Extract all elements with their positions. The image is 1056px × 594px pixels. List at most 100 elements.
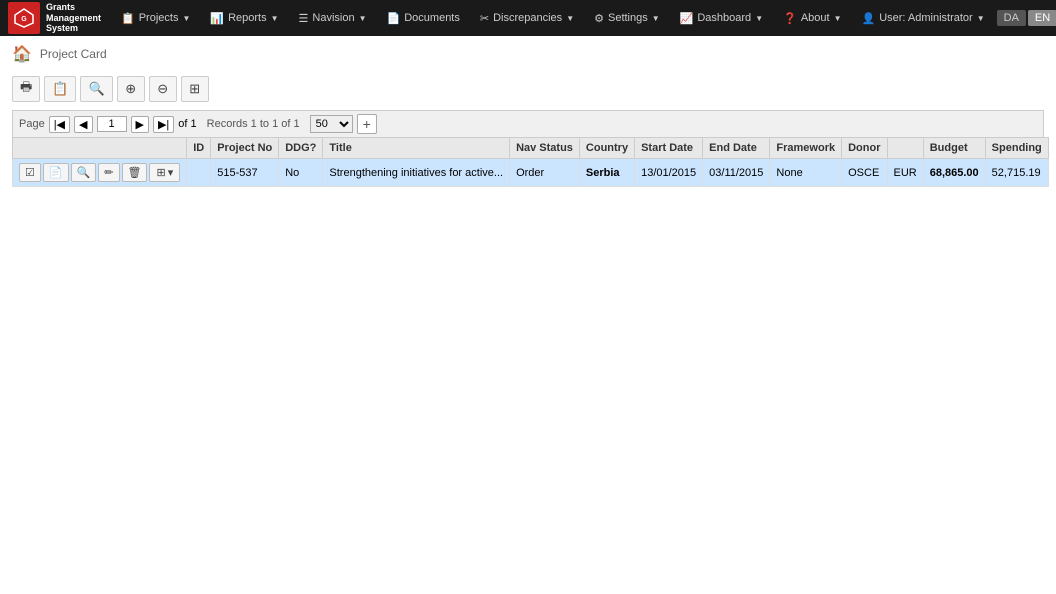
dashboard-icon: 📈	[680, 12, 694, 25]
lang-en-button[interactable]: EN	[1028, 10, 1056, 26]
nav-settings[interactable]: ⚙ Settings ▼	[586, 0, 668, 36]
row-view-button[interactable]: 🔍	[71, 163, 97, 182]
cell-project-no: 515-537	[211, 159, 279, 187]
cell-nav-status: Order	[510, 159, 580, 187]
nav-navision[interactable]: ☰ Navision ▼	[291, 0, 375, 36]
col-actions	[13, 138, 187, 159]
settings-caret: ▼	[652, 14, 660, 23]
col-start-date[interactable]: Start Date	[635, 138, 703, 159]
discrepancies-caret: ▼	[566, 14, 574, 23]
cell-start-date: 13/01/2015	[635, 159, 703, 187]
col-id[interactable]: ID	[187, 138, 211, 159]
table-header-row: ID Project No DDG? Title Nav Status Coun…	[13, 138, 1049, 159]
col-framework[interactable]: Framework	[770, 138, 842, 159]
pagination-bar: Page |◀ ◀ ▶ ▶| of 1 Records 1 to 1 of 1 …	[12, 110, 1044, 137]
row-actions: ☑ 📄 🔍 ✏ 🗑 ⊞ ▾	[19, 163, 180, 182]
project-card-tab[interactable]: Project Card	[40, 47, 107, 61]
user-icon: 👤	[861, 12, 875, 25]
brand-text: Grants Management System	[46, 2, 101, 34]
reports-caret: ▼	[271, 14, 279, 23]
page-input[interactable]	[97, 116, 127, 132]
row-delete-button[interactable]: 🗑	[122, 163, 148, 182]
cell-budget: 68,865.00	[923, 159, 985, 187]
print2-button[interactable]: 📋	[44, 76, 76, 102]
zoom-out-button[interactable]: ⊖	[149, 76, 177, 102]
cell-framework: None	[770, 159, 842, 187]
cell-title: Strengthening initiatives for active...	[323, 159, 510, 187]
row-action-cell: ☑ 📄 🔍 ✏ 🗑 ⊞ ▾	[13, 159, 187, 187]
col-ddg[interactable]: DDG?	[279, 138, 323, 159]
zoom-in-icon: ⊕	[125, 81, 136, 97]
nav-projects[interactable]: 📋 Projects ▼	[113, 0, 198, 36]
data-table: ID Project No DDG? Title Nav Status Coun…	[12, 137, 1049, 187]
nav-about[interactable]: ❓ About ▼	[775, 0, 849, 36]
filter-icon: ⊞	[189, 81, 200, 97]
print2-icon: 📋	[52, 81, 68, 97]
lang-da-button[interactable]: DA	[997, 10, 1026, 26]
logo-icon: G	[13, 7, 35, 29]
navision-icon: ☰	[299, 12, 309, 25]
row-card-button[interactable]: 📄	[43, 163, 69, 182]
projects-caret: ▼	[182, 14, 190, 23]
nav-reports[interactable]: 📊 Reports ▼	[202, 0, 286, 36]
top-navbar: G Grants Management System 📋 Projects ▼ …	[0, 0, 1056, 36]
documents-icon: 📄	[387, 12, 401, 25]
cell-donor: OSCE	[842, 159, 887, 187]
user-caret: ▼	[977, 14, 985, 23]
home-button[interactable]: 🏠	[12, 44, 32, 64]
search-button[interactable]: 🔍	[80, 76, 112, 102]
about-icon: ❓	[783, 12, 797, 25]
col-donor[interactable]: Donor	[842, 138, 887, 159]
print-icon: 🖶	[20, 78, 32, 100]
zoom-in-button[interactable]: ⊕	[117, 76, 145, 102]
col-title[interactable]: Title	[323, 138, 510, 159]
row-edit-button[interactable]: ✏	[98, 163, 119, 182]
col-project-no[interactable]: Project No	[211, 138, 279, 159]
last-page-button[interactable]: ▶|	[153, 116, 174, 133]
brand-logo: G	[8, 2, 40, 34]
nav-user[interactable]: 👤 User: Administrator ▼	[853, 0, 992, 36]
row-select-button[interactable]: ☑	[19, 163, 41, 182]
cell-end-date: 03/11/2015	[703, 159, 770, 187]
table-row[interactable]: ☑ 📄 🔍 ✏ 🗑 ⊞ ▾ 515-537NoStrengthening ini…	[13, 159, 1049, 187]
cell-country: Serbia	[579, 159, 634, 187]
print-button[interactable]: 🖶	[12, 76, 40, 102]
projects-icon: 📋	[121, 12, 135, 25]
about-caret: ▼	[834, 14, 842, 23]
nav-documents[interactable]: 📄 Documents	[379, 0, 468, 36]
nav-dashboard[interactable]: 📈 Dashboard ▼	[672, 0, 771, 36]
zoom-out-icon: ⊖	[157, 81, 168, 97]
cell-spending: 52,715.19	[985, 159, 1048, 187]
col-currency	[887, 138, 923, 159]
discrepancies-icon: ✂	[480, 12, 489, 25]
col-budget[interactable]: Budget	[923, 138, 985, 159]
reports-icon: 📊	[210, 12, 224, 25]
dashboard-caret: ▼	[755, 14, 763, 23]
main-toolbar: 🖶 📋 🔍 ⊕ ⊖ ⊞	[12, 72, 1044, 106]
tab-bar: 🏠 Project Card	[12, 44, 1044, 64]
prev-page-button[interactable]: ◀	[74, 116, 92, 133]
cell-ddg: No	[279, 159, 323, 187]
row-more-button[interactable]: ⊞ ▾	[149, 163, 180, 182]
of-pages-label: of 1	[178, 118, 196, 130]
next-page-button[interactable]: ▶	[131, 116, 149, 133]
col-nav-status[interactable]: Nav Status	[510, 138, 580, 159]
col-country[interactable]: Country	[579, 138, 634, 159]
brand-logo-area: G Grants Management System	[8, 2, 101, 34]
first-page-button[interactable]: |◀	[49, 116, 70, 133]
content-area: 🏠 Project Card 🖶 📋 🔍 ⊕ ⊖ ⊞ Page |◀ ◀ ▶ ▶…	[0, 36, 1056, 195]
svg-text:G: G	[21, 16, 27, 23]
records-text: Records 1 to 1 of 1	[207, 118, 300, 130]
filter-button[interactable]: ⊞	[181, 76, 209, 102]
cell-id	[187, 159, 211, 187]
navision-caret: ▼	[359, 14, 367, 23]
per-page-select[interactable]: 50 25 100	[310, 115, 353, 133]
search-icon: 🔍	[88, 81, 104, 97]
settings-icon: ⚙	[594, 12, 604, 25]
nav-discrepancies[interactable]: ✂ Discrepancies ▼	[472, 0, 582, 36]
cell-currency: EUR	[887, 159, 923, 187]
col-end-date[interactable]: End Date	[703, 138, 770, 159]
add-record-button[interactable]: +	[357, 114, 377, 134]
page-label: Page	[19, 118, 45, 130]
col-spending[interactable]: Spending	[985, 138, 1048, 159]
